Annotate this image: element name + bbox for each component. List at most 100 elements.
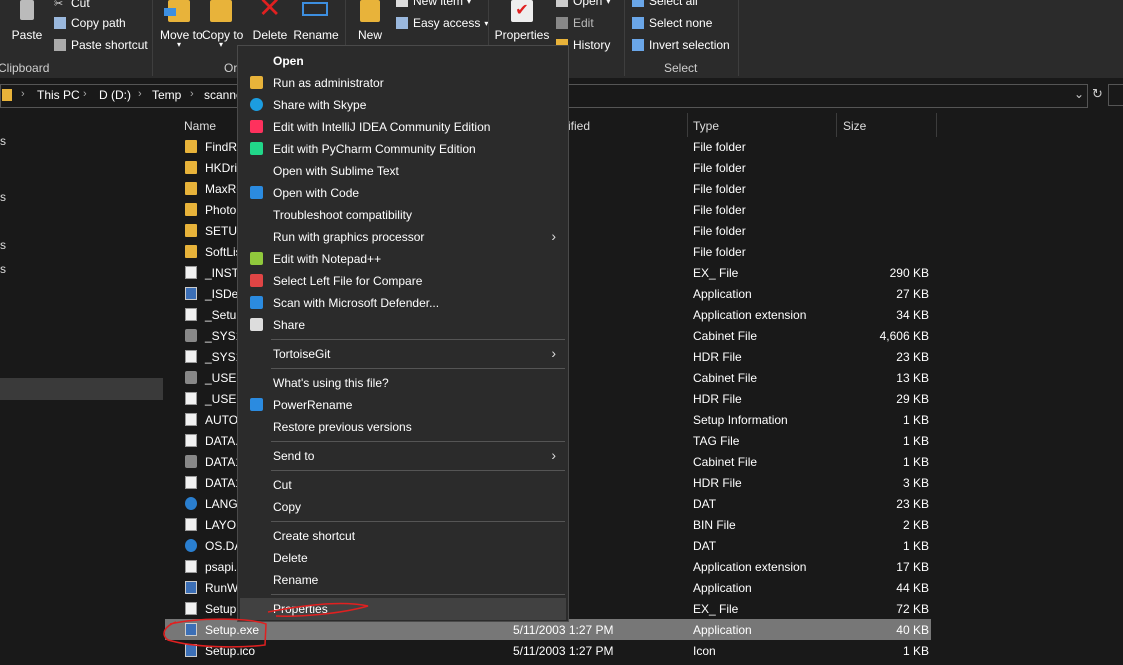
file-icon bbox=[185, 518, 197, 531]
file-name: psapi. bbox=[205, 560, 238, 574]
menu-item-label: What's using this file? bbox=[273, 376, 389, 390]
file-size: 1 KB bbox=[902, 434, 929, 448]
breadcrumb-temp[interactable]: Temp bbox=[152, 88, 181, 102]
menu-item-label: Share with Skype bbox=[273, 98, 367, 112]
new-item-label: New item bbox=[413, 0, 464, 8]
file-type: Application bbox=[693, 581, 752, 595]
column-divider[interactable] bbox=[687, 113, 688, 137]
menu-item-open-with-sublime-text[interactable]: Open with Sublime Text bbox=[240, 160, 566, 182]
file-size: 1 KB bbox=[902, 455, 929, 469]
open-icon bbox=[556, 0, 568, 7]
nav-item-fragment[interactable]: s bbox=[0, 262, 6, 276]
file-name: Setup.exe bbox=[205, 623, 260, 637]
copy-to-button[interactable]: Copy to ▾ bbox=[202, 0, 243, 56]
easy-access-button[interactable]: Easy access ▾ bbox=[396, 16, 488, 30]
file-icon bbox=[185, 266, 197, 279]
rename-button[interactable]: Rename bbox=[293, 0, 339, 44]
menu-item-send-to[interactable]: Send to › bbox=[240, 445, 566, 467]
invert-selection-button[interactable]: Invert selection bbox=[632, 38, 730, 52]
breadcrumb-drive-d[interactable]: D (D:) bbox=[99, 88, 131, 102]
folder-icon bbox=[185, 161, 197, 174]
menu-item-run-as-administrator[interactable]: Run as administrator bbox=[240, 72, 566, 94]
file-size: 34 KB bbox=[896, 308, 929, 322]
column-divider[interactable] bbox=[836, 113, 837, 137]
intellij-icon bbox=[250, 120, 263, 133]
menu-item-copy[interactable]: Copy bbox=[240, 496, 566, 518]
menu-item-delete[interactable]: Delete bbox=[240, 547, 566, 569]
file-row[interactable]: Setup.ico 5/11/2003 1:27 PM Icon 1 KB bbox=[165, 640, 931, 661]
file-name: Photo bbox=[205, 203, 237, 217]
copy-path-label: Copy path bbox=[71, 16, 126, 30]
file-type: DAT bbox=[693, 497, 717, 511]
open-button[interactable]: Open ▾ bbox=[556, 0, 610, 8]
menu-item-label: Rename bbox=[273, 573, 319, 587]
file-name: DATA. bbox=[205, 434, 239, 448]
cabinet-file-icon bbox=[185, 455, 197, 468]
menu-item-edit-with-pycharm-community-edition[interactable]: Edit with PyCharm Community Edition bbox=[240, 138, 566, 160]
new-folder-icon bbox=[360, 0, 380, 22]
file-icon bbox=[185, 308, 197, 321]
menu-item-run-with-graphics-processor[interactable]: Run with graphics processor › bbox=[240, 226, 566, 248]
select-all-button[interactable]: Select all bbox=[632, 0, 698, 8]
menu-item-powerrename[interactable]: PowerRename bbox=[240, 394, 566, 416]
file-size: 2 KB bbox=[902, 518, 929, 532]
menu-item-tortoisegit[interactable]: TortoiseGit › bbox=[240, 343, 566, 365]
application-icon bbox=[185, 287, 197, 300]
file-row[interactable]: Setup.exe 5/11/2003 1:27 PM Application 40 … bbox=[165, 619, 931, 640]
copy-path-button[interactable]: Copy path bbox=[54, 16, 126, 30]
delete-x-icon: ✕ bbox=[258, 0, 282, 23]
cut-button[interactable]: ✂ Cut bbox=[54, 0, 90, 10]
menu-item-create-shortcut[interactable]: Create shortcut bbox=[240, 525, 566, 547]
copy-path-icon bbox=[54, 17, 66, 29]
menu-item-edit-with-notepad[interactable]: Edit with Notepad++ bbox=[240, 248, 566, 270]
file-date: 5/11/2003 1:27 PM bbox=[513, 623, 614, 637]
paste-shortcut-label: Paste shortcut bbox=[71, 38, 148, 52]
menu-item-edit-with-intellij-idea-community-edition[interactable]: Edit with IntelliJ IDEA Community Editio… bbox=[240, 116, 566, 138]
file-size: 290 KB bbox=[889, 266, 929, 280]
new-item-button[interactable]: New item ▾ bbox=[396, 0, 471, 8]
breadcrumb-this-pc[interactable]: This PC bbox=[37, 88, 80, 102]
menu-item-scan-with-microsoft-defender[interactable]: Scan with Microsoft Defender... bbox=[240, 292, 566, 314]
nav-item-fragment[interactable]: s bbox=[0, 238, 6, 252]
menu-item-properties[interactable]: Properties bbox=[240, 598, 566, 620]
select-none-button[interactable]: Select none bbox=[632, 16, 712, 30]
column-divider[interactable] bbox=[936, 113, 937, 137]
menu-item-cut[interactable]: Cut bbox=[240, 474, 566, 496]
menu-item-share-with-skype[interactable]: Share with Skype bbox=[240, 94, 566, 116]
edit-button[interactable]: Edit bbox=[556, 16, 594, 30]
file-type: Application bbox=[693, 287, 752, 301]
menu-item-select-left-file-for-compare[interactable]: Select Left File for Compare bbox=[240, 270, 566, 292]
menu-item-what-s-using-this-file[interactable]: What's using this file? bbox=[240, 372, 566, 394]
file-size: 1 KB bbox=[902, 539, 929, 553]
menu-item-rename[interactable]: Rename bbox=[240, 569, 566, 591]
search-box-edge[interactable] bbox=[1108, 84, 1123, 106]
new-folder-button[interactable]: New bbox=[352, 0, 388, 44]
file-icon bbox=[185, 413, 197, 426]
menu-item-label: Edit with PyCharm Community Edition bbox=[273, 142, 476, 156]
menu-item-share[interactable]: Share bbox=[240, 314, 566, 336]
nav-item-fragment[interactable]: s bbox=[0, 134, 6, 148]
paste-shortcut-button[interactable]: Paste shortcut bbox=[54, 38, 148, 52]
file-type: File folder bbox=[693, 161, 746, 175]
file-size: 40 KB bbox=[896, 623, 929, 637]
properties-button[interactable]: ✔ Properties bbox=[494, 0, 550, 44]
nav-item-fragment[interactable]: s bbox=[0, 190, 6, 204]
delete-button[interactable]: ✕ Delete bbox=[250, 0, 290, 44]
copy-to-chevron-icon: ▾ bbox=[218, 40, 223, 49]
file-type: Application extension bbox=[693, 560, 807, 574]
cabinet-file-icon bbox=[185, 329, 197, 342]
menu-item-open[interactable]: Open bbox=[240, 50, 566, 72]
address-dropdown-icon[interactable]: ⌄ bbox=[1074, 87, 1084, 101]
nav-selected-item[interactable] bbox=[0, 378, 163, 400]
menu-item-troubleshoot-compatibility[interactable]: Troubleshoot compatibility bbox=[240, 204, 566, 226]
file-type: File folder bbox=[693, 224, 746, 238]
file-icon bbox=[185, 350, 197, 363]
refresh-icon[interactable]: ↻ bbox=[1092, 86, 1103, 102]
move-to-button[interactable]: Move to ▾ bbox=[160, 0, 203, 56]
menu-item-open-with-code[interactable]: Open with Code bbox=[240, 182, 566, 204]
paste-button[interactable]: Paste bbox=[8, 0, 46, 44]
file-name: RunW bbox=[205, 581, 239, 595]
folder-icon bbox=[185, 182, 197, 195]
paste-label: Paste bbox=[11, 28, 43, 42]
menu-item-restore-previous-versions[interactable]: Restore previous versions bbox=[240, 416, 566, 438]
